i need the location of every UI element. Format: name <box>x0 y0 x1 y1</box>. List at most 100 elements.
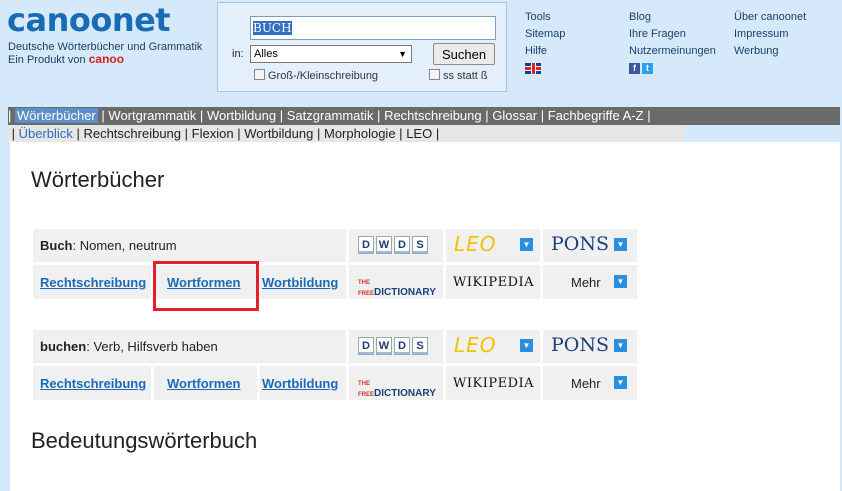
link-wortbildung-buch[interactable]: Wortbildung <box>262 275 338 290</box>
section-heading-bedeutung: Bedeutungswörterbuch <box>31 428 258 453</box>
free-dictionary-logo[interactable]: THE FREEDICTIONARY <box>358 276 443 298</box>
toplinks-col1: Tools Sitemap Hilfe <box>525 9 565 77</box>
nav-separator: | <box>316 126 321 141</box>
wikipedia-cell[interactable]: WIKIPEDIA <box>446 366 540 400</box>
free-dictionary-logo[interactable]: THE FREEDICTIONARY <box>358 377 443 399</box>
primary-nav: | Wörterbücher | Wortgrammatik | Wortbil… <box>8 107 840 125</box>
link-tools[interactable]: Tools <box>525 9 565 26</box>
link-sitemap[interactable]: Sitemap <box>525 26 565 43</box>
tfd-prefix: THE FREE <box>358 381 375 398</box>
scope-select[interactable]: Alles ▼ <box>250 45 412 63</box>
search-button[interactable]: Suchen <box>433 43 495 65</box>
search-input[interactable]: BUCH <box>250 16 496 40</box>
nav-separator: | <box>435 126 440 141</box>
highlight-box <box>153 261 259 311</box>
nav-separator: | <box>101 108 105 123</box>
more-label[interactable]: Mehr <box>571 275 601 290</box>
subnav-item-leo[interactable]: LEO <box>406 126 432 141</box>
link-rechtschreibung-buchen[interactable]: Rechtschreibung <box>40 376 146 391</box>
wikipedia-cell[interactable]: WIKIPEDIA <box>446 265 540 299</box>
chevron-down-icon[interactable]: ▼ <box>614 339 627 352</box>
nav-item-wortgrammatik[interactable]: Wortgrammatik <box>108 108 196 123</box>
tfd-main: DICTIONARY <box>374 287 436 298</box>
tfd-cell[interactable]: THE FREEDICTIONARY <box>349 265 443 299</box>
language-switch[interactable] <box>525 60 565 77</box>
chevron-down-icon[interactable]: ▼ <box>614 238 627 251</box>
nav-item-fachbegriffe[interactable]: Fachbegriffe A-Z <box>548 108 644 123</box>
nav-item-glossar[interactable]: Glossar <box>492 108 537 123</box>
tfd-cell[interactable]: THE FREEDICTIONARY <box>349 366 443 400</box>
tfd-main: DICTIONARY <box>374 388 436 399</box>
wikipedia-logo[interactable]: WIKIPEDIA <box>453 275 534 290</box>
ss-option-label: ss statt ß <box>443 70 488 82</box>
link-cell: Wortformen <box>154 366 257 400</box>
chevron-down-icon[interactable]: ▼ <box>520 339 533 352</box>
dwds-logo[interactable]: DWDS <box>358 236 428 254</box>
pons-cell[interactable]: PONS ▼ <box>543 330 637 363</box>
dwds-cell[interactable]: DWDS <box>349 330 443 363</box>
dwds-letter: D <box>394 337 410 355</box>
leo-logo[interactable]: LEO <box>454 333 497 357</box>
link-cell: Rechtschreibung <box>33 366 151 400</box>
link-blog[interactable]: Blog <box>629 9 716 26</box>
link-impressum[interactable]: Impressum <box>734 26 806 43</box>
chevron-down-icon[interactable]: ▼ <box>614 376 627 389</box>
link-rechtschreibung-buch[interactable]: Rechtschreibung <box>40 275 146 290</box>
link-ihre-fragen[interactable]: Ihre Fragen <box>629 26 716 43</box>
entry-description: : Nomen, neutrum <box>72 238 177 253</box>
dwds-letter: S <box>412 236 428 254</box>
scope-label: in: <box>232 48 244 60</box>
link-werbung[interactable]: Werbung <box>734 43 806 60</box>
tagline-prefix: Ein Produkt von <box>8 54 89 66</box>
link-nutzermeinungen[interactable]: Nutzermeinungen <box>629 43 716 60</box>
chevron-down-icon[interactable]: ▼ <box>520 238 533 251</box>
subnav-item-rechtschreibung[interactable]: Rechtschreibung <box>83 126 181 141</box>
nav-item-rechtschreibung[interactable]: Rechtschreibung <box>384 108 482 123</box>
nav-item-satzgrammatik[interactable]: Satzgrammatik <box>287 108 374 123</box>
ss-checkbox[interactable] <box>429 69 440 80</box>
social-links: ft <box>629 60 716 77</box>
case-option[interactable]: Groß-/Kleinschreibung <box>254 69 378 82</box>
link-cell: Wortbildung <box>260 265 346 299</box>
subnav-item-wortbildung[interactable]: Wortbildung <box>244 126 313 141</box>
facebook-icon[interactable]: f <box>629 62 640 74</box>
dwds-letter: D <box>358 236 374 254</box>
tagline-line2: Ein Produkt von canoo <box>8 53 202 66</box>
dwds-letter: S <box>412 337 428 355</box>
ss-option[interactable]: ss statt ß <box>429 69 488 82</box>
nav-item-woerterbuecher[interactable]: Wörterbücher <box>15 108 98 123</box>
more-label[interactable]: Mehr <box>571 376 601 391</box>
dwds-cell[interactable]: DWDS <box>349 229 443 262</box>
pons-cell[interactable]: PONS ▼ <box>543 229 637 262</box>
subnav-item-flexion[interactable]: Flexion <box>192 126 234 141</box>
case-checkbox[interactable] <box>254 69 265 80</box>
link-cell: Wortbildung <box>260 366 346 400</box>
pons-logo[interactable]: PONS <box>551 334 609 356</box>
link-wortbildung-buchen[interactable]: Wortbildung <box>262 376 338 391</box>
subnav-item-morphologie[interactable]: Morphologie <box>324 126 396 141</box>
subnav-item-ueberblick[interactable]: Überblick <box>19 126 73 141</box>
twitter-icon[interactable]: t <box>642 62 653 74</box>
uk-flag-icon[interactable] <box>525 62 541 74</box>
leo-logo[interactable]: LEO <box>454 232 497 256</box>
link-hilfe[interactable]: Hilfe <box>525 43 565 60</box>
more-cell[interactable]: Mehr ▼ <box>543 265 637 299</box>
nav-item-wortbildung[interactable]: Wortbildung <box>207 108 276 123</box>
leo-cell[interactable]: LEO ▼ <box>446 229 540 262</box>
dwds-letter: D <box>394 236 410 254</box>
case-option-label: Groß-/Kleinschreibung <box>268 70 379 82</box>
link-ueber-canoonet[interactable]: Über canoonet <box>734 9 806 26</box>
dwds-letter: W <box>376 337 392 355</box>
scope-selected-value: Alles <box>254 48 278 60</box>
link-wortformen-buchen[interactable]: Wortformen <box>167 376 240 391</box>
canoonet-logo[interactable]: canoonet <box>7 2 171 38</box>
chevron-down-icon[interactable]: ▼ <box>614 275 627 288</box>
tfd-prefix: THE FREE <box>358 280 375 297</box>
dwds-letter: W <box>376 236 392 254</box>
wikipedia-logo[interactable]: WIKIPEDIA <box>453 376 534 391</box>
leo-cell[interactable]: LEO ▼ <box>446 330 540 363</box>
dwds-logo[interactable]: DWDS <box>358 337 428 355</box>
pons-logo[interactable]: PONS <box>551 233 609 255</box>
toplinks-col2: Blog Ihre Fragen Nutzermeinungen ft <box>629 9 716 77</box>
more-cell[interactable]: Mehr ▼ <box>543 366 637 400</box>
